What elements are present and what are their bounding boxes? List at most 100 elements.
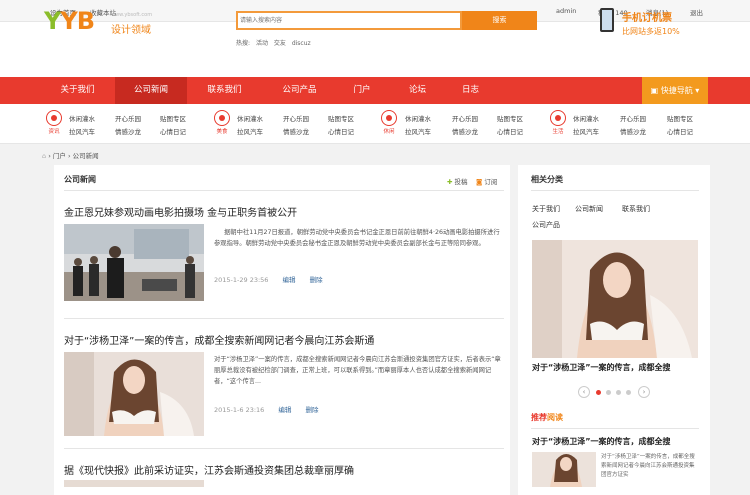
slideshow-caption[interactable]: 对于“涉杨卫泽”一案的传言，成都全搜 xyxy=(532,362,700,373)
slide-prev-arrow[interactable]: ‹ xyxy=(578,386,590,398)
slide-dot[interactable] xyxy=(616,390,621,395)
category-icon-life[interactable]: 生活 xyxy=(547,110,569,135)
article-title[interactable]: 金正恩兄妹参观动画电影拍摄场 金与正职务首被公开 xyxy=(64,204,297,219)
user-menu[interactable]: admin xyxy=(556,7,576,15)
slide-next-arrow[interactable]: › xyxy=(638,386,650,398)
related-link[interactable]: 关于我们 xyxy=(532,204,560,214)
sublink[interactable]: 情感沙龙 xyxy=(620,126,646,136)
recommended-article-title[interactable]: 对于“涉杨卫泽”一案的传言，成都全搜 xyxy=(532,436,700,447)
article-date: 2015-1-6 23:16 xyxy=(214,406,265,414)
model-photo xyxy=(532,240,698,358)
edit-link[interactable]: 编辑 xyxy=(278,406,291,414)
article-thumbnail[interactable] xyxy=(64,352,204,436)
related-link[interactable]: 联系我们 xyxy=(622,204,650,214)
sublink[interactable]: 贴图专区 xyxy=(667,113,693,123)
logo[interactable]: YYB xyxy=(44,7,95,35)
sublink[interactable]: 开心乐园 xyxy=(452,113,478,123)
sublink[interactable]: 休闲灌水 xyxy=(405,113,431,123)
related-link[interactable]: 公司新闻 xyxy=(575,204,603,214)
sublink[interactable]: 心情日记 xyxy=(667,126,693,136)
recommended-title: 推荐阅读 xyxy=(531,413,563,422)
category-icon-leisure[interactable]: 休闲 xyxy=(378,110,400,135)
sublink[interactable]: 休闲灌水 xyxy=(237,113,263,123)
category-bar xyxy=(0,104,750,144)
logo-url: www.ybsoft.com xyxy=(111,12,153,18)
nav-item-forum[interactable]: 论坛 xyxy=(395,77,440,104)
slide-dot[interactable] xyxy=(626,390,631,395)
search-input[interactable] xyxy=(240,15,390,26)
article-title[interactable]: 据《现代快报》此前采访证实，江苏会斯通投资集团总裁章丽厚确 xyxy=(64,462,354,477)
category-icon-food[interactable]: 美食 xyxy=(211,110,233,135)
sublink[interactable]: 心情日记 xyxy=(160,126,186,136)
sublink[interactable]: 情感沙龙 xyxy=(452,126,478,136)
sublink[interactable]: 休闲灌水 xyxy=(573,113,599,123)
logo-text: 设计领域 xyxy=(111,25,151,36)
news-photo xyxy=(64,224,204,301)
sublink[interactable]: 拉风汽车 xyxy=(405,126,431,136)
quick-nav-button[interactable]: ▣ 快捷导航 ▾ xyxy=(642,77,708,104)
home-icon[interactable]: ⌂ xyxy=(42,152,46,160)
post-button[interactable]: ✚ 投稿 xyxy=(447,176,468,186)
nav-item-about[interactable]: 关于我们 xyxy=(40,77,115,104)
recommended-thumbnail[interactable] xyxy=(532,452,596,487)
sublink[interactable]: 开心乐园 xyxy=(283,113,309,123)
promo-subtitle: 比网站多返10% xyxy=(622,27,680,36)
article-thumbnail[interactable] xyxy=(64,480,204,487)
recommended-summary: 对于“涉杨卫泽”一案的传言，成都全搜索新闻网记者今晨向江苏会斯通投资集团官方证实 xyxy=(601,454,695,478)
hot-label: 热搜: xyxy=(236,40,251,47)
sublink[interactable]: 心情日记 xyxy=(328,126,354,136)
phone-icon xyxy=(600,8,614,32)
nav-item-products[interactable]: 公司产品 xyxy=(262,77,337,104)
sublink[interactable]: 拉风汽车 xyxy=(237,126,263,136)
nav-item-news[interactable]: 公司新闻 xyxy=(115,77,187,104)
sublink[interactable]: 开心乐园 xyxy=(620,113,646,123)
article-meta: 2015-1-29 23:56 编辑 删除 xyxy=(214,274,335,284)
sublink[interactable]: 情感沙龙 xyxy=(115,126,141,136)
slide-dot-active[interactable] xyxy=(596,390,601,395)
article-summary: 据朝中社11月27日报道，朝鲜劳动党中央委员会书记金正恩日前前往朝鲜4·26动画… xyxy=(214,229,500,247)
sublink[interactable]: 心情日记 xyxy=(497,126,523,136)
article-date: 2015-1-29 23:56 xyxy=(214,276,269,284)
sublink[interactable]: 情感沙龙 xyxy=(283,126,309,136)
breadcrumb-portal[interactable]: 门户 xyxy=(53,152,66,160)
sublink[interactable]: 贴图专区 xyxy=(328,113,354,123)
search-button[interactable]: 搜索 xyxy=(462,11,537,30)
divider xyxy=(64,318,504,319)
model-photo xyxy=(64,352,204,436)
nav-item-blog[interactable]: 日志 xyxy=(448,77,493,104)
divider xyxy=(64,448,504,449)
divider xyxy=(64,190,504,191)
nav-item-portal[interactable]: 门户 xyxy=(337,77,387,104)
main-nav: 关于我们 公司新闻 联系我们 公司产品 门户 论坛 日志 xyxy=(0,77,750,104)
sublink[interactable]: 拉风汽车 xyxy=(69,126,95,136)
slide-dot[interactable] xyxy=(606,390,611,395)
sublink[interactable]: 开心乐园 xyxy=(115,113,141,123)
article-meta: 2015-1-6 23:16 编辑 删除 xyxy=(214,404,330,414)
search-box xyxy=(236,11,462,30)
promo-title[interactable]: 手机订机票 xyxy=(622,9,672,24)
logout-link[interactable]: 退出 xyxy=(690,7,703,17)
sublink[interactable]: 拉风汽车 xyxy=(573,126,599,136)
nav-item-contact[interactable]: 联系我们 xyxy=(187,77,262,104)
edit-link[interactable]: 编辑 xyxy=(283,276,296,284)
hot-term[interactable]: 交友 xyxy=(274,40,286,47)
hot-term[interactable]: discuz xyxy=(292,40,311,47)
article-title[interactable]: 对于“涉杨卫泽”一案的传言，成都全搜索新闻网记者今晨向江苏会斯通 xyxy=(64,332,374,347)
delete-link[interactable]: 删除 xyxy=(310,276,323,284)
divider xyxy=(531,428,699,429)
sublink[interactable]: 贴图专区 xyxy=(497,113,523,123)
breadcrumb: ⌂ › 门户 › 公司新闻 xyxy=(42,152,99,160)
rss-link[interactable]: ◙ 订阅 xyxy=(476,176,497,186)
category-icon-news[interactable]: 资讯 xyxy=(43,110,65,135)
sublink[interactable]: 休闲灌水 xyxy=(69,113,95,123)
hot-searches: 热搜: 活动 交友 discuz xyxy=(236,38,315,47)
slideshow-image[interactable] xyxy=(532,240,698,358)
article-thumbnail[interactable] xyxy=(64,224,204,301)
hot-term[interactable]: 活动 xyxy=(256,40,268,47)
related-link[interactable]: 公司产品 xyxy=(532,220,560,230)
article-summary: 对于“涉杨卫泽”一案的传言，成都全搜索新闻网记者今晨向江苏会斯通投资集团官方证实… xyxy=(214,356,501,385)
delete-link[interactable]: 删除 xyxy=(305,406,318,414)
page-title: 公司新闻 xyxy=(64,175,96,184)
sublink[interactable]: 贴图专区 xyxy=(160,113,186,123)
breadcrumb-current: 公司新闻 xyxy=(72,152,99,160)
